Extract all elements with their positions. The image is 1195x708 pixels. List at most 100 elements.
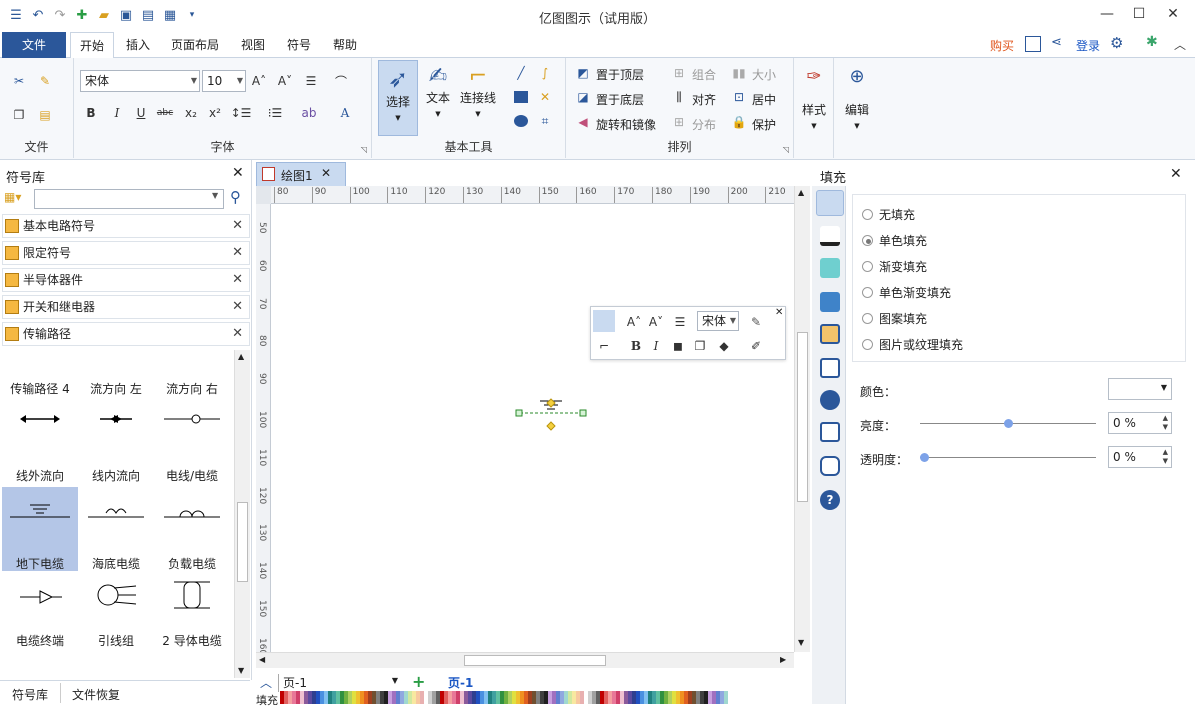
distribute-icon[interactable]: ⊞ [670, 113, 688, 131]
tab-page-layout[interactable]: 页面布局 [164, 32, 226, 58]
subscript-icon[interactable]: x₂ [182, 104, 200, 122]
settings-icon[interactable]: ⚙ [1110, 34, 1123, 52]
scroll-right-icon[interactable]: ▶ [780, 655, 786, 664]
shape-item[interactable]: 电缆终端 [2, 574, 78, 661]
share-icon[interactable]: ⋖ [1051, 35, 1062, 50]
protect-button[interactable]: 保护 [752, 116, 776, 133]
paste-icon[interactable]: ▤ [36, 106, 54, 124]
shrink-font-icon[interactable]: A˅ [647, 313, 665, 331]
tab-insert[interactable]: 插入 [118, 32, 158, 58]
close-icon[interactable]: ✕ [232, 323, 243, 345]
send-back-button[interactable]: 置于底层 [596, 91, 644, 108]
arrange-dialog-icon[interactable]: ◹ [783, 145, 789, 154]
scroll-thumb[interactable] [797, 332, 808, 502]
copy-style-icon[interactable]: ❐ [691, 337, 709, 355]
search-icon[interactable]: ⚲ [230, 188, 241, 206]
grow-font-icon[interactable]: A˄ [625, 313, 643, 331]
cross-icon[interactable]: ✕ [536, 88, 554, 106]
tab-home[interactable]: 开始 [70, 32, 114, 59]
align-button[interactable]: 对齐 [692, 91, 716, 108]
brightness-input[interactable]: 0 % ▲ ▼ [1108, 412, 1172, 434]
brightness-slider-thumb[interactable] [1004, 419, 1013, 428]
fill-option-single-gradient[interactable]: 单色渐变填充 [862, 284, 951, 301]
rectangle-icon[interactable] [512, 88, 530, 106]
library-category[interactable]: 开关和继电器 ✕ [2, 295, 250, 319]
shape-item[interactable]: 流方向 左 [78, 350, 154, 437]
crop-icon[interactable]: ⌗ [536, 112, 554, 130]
spinner-icon[interactable]: ▲ ▼ [1163, 448, 1168, 466]
shape-item-selected[interactable]: 地下电缆 [2, 487, 78, 571]
italic-icon[interactable]: I [647, 337, 665, 355]
scroll-up-icon[interactable]: ▲ [798, 188, 804, 197]
cut-icon[interactable]: ✂ [10, 72, 28, 90]
login-link[interactable]: 登录 [1076, 37, 1100, 54]
transparency-input[interactable]: 0 % ▲ ▼ [1108, 446, 1172, 468]
center-button[interactable]: 居中 [752, 91, 776, 108]
group-button[interactable]: 组合 [692, 66, 716, 83]
buy-link[interactable]: 购买 [990, 37, 1014, 54]
highlight-icon[interactable]: ab [300, 104, 318, 122]
page-selector[interactable]: 页-1 ▼ [278, 674, 402, 692]
transparency-slider-track[interactable] [920, 457, 1096, 458]
shape-item[interactable]: 负载电缆 [154, 487, 230, 574]
tab-file[interactable]: 文件 [2, 32, 66, 58]
line-style-icon[interactable]: ✐ [747, 337, 765, 355]
lock-icon[interactable]: 🔒 [730, 113, 748, 131]
shape-item[interactable]: 海底电缆 [78, 487, 154, 574]
canvas-vertical-scrollbar[interactable]: ▲ ▼ [794, 186, 810, 652]
library-category[interactable]: 限定符号 ✕ [2, 241, 250, 265]
library-category[interactable]: 半导体器件 ✕ [2, 268, 250, 292]
spinner-icon[interactable]: ▲ ▼ [1163, 414, 1168, 432]
shape-item[interactable]: 流方向 右 [154, 350, 230, 437]
tab-view[interactable]: 视图 [233, 32, 273, 58]
send-back-icon[interactable]: ◪ [574, 88, 592, 106]
mini-pointer-icon[interactable] [593, 310, 615, 332]
add-page-icon[interactable]: + [412, 672, 425, 691]
connector-button[interactable]: ⌐ 连接线 ▼ [458, 60, 498, 136]
superscript-icon[interactable]: x² [206, 104, 224, 122]
underline-icon[interactable]: U [132, 104, 150, 122]
line-icon[interactable]: ╱ [512, 64, 530, 82]
bold-icon[interactable]: B [82, 104, 100, 122]
fill-option-none[interactable]: 无填充 [862, 206, 915, 223]
mini-close-icon[interactable]: ✕ [775, 307, 783, 318]
shadow-tab-icon[interactable] [820, 258, 840, 278]
close-icon[interactable]: ✕ [232, 215, 243, 237]
bullets-icon[interactable]: ⁝☰ [266, 104, 284, 122]
theme-icon[interactable]: ✱ [1146, 34, 1158, 50]
feedback-icon[interactable] [1025, 36, 1041, 52]
shape-item[interactable]: 2 导体电缆 [154, 574, 230, 661]
bring-front-icon[interactable]: ◩ [574, 64, 592, 82]
group-icon[interactable]: ⊞ [670, 64, 688, 82]
strikethrough-icon[interactable]: abc [156, 104, 174, 122]
collapse-ribbon-icon[interactable]: ︿ [1174, 36, 1186, 53]
connector-icon[interactable]: ⌐ [595, 337, 613, 355]
align-text-icon[interactable]: ☰ [302, 72, 320, 90]
selected-shape-underground-cable[interactable] [512, 396, 592, 432]
library-category[interactable]: 传输路径 ✕ [2, 322, 250, 346]
line-tab-icon[interactable] [820, 226, 840, 246]
close-icon[interactable]: ✕ [232, 269, 243, 291]
comment-tab-icon[interactable] [820, 456, 840, 476]
color-picker[interactable]: ▼ [1108, 378, 1172, 400]
page-tab-icon[interactable] [820, 358, 840, 378]
bring-front-button[interactable]: 置于顶层 [596, 66, 644, 83]
color-palette[interactable] [280, 691, 728, 704]
font-dialog-icon[interactable]: ◹ [361, 145, 367, 154]
grow-font-icon[interactable]: A˄ [250, 72, 268, 90]
attachment-tab-icon[interactable] [820, 422, 840, 442]
copy-icon[interactable]: ❐ [10, 106, 28, 124]
bold-icon[interactable]: B [627, 337, 645, 355]
scroll-down-icon[interactable]: ▼ [238, 666, 244, 675]
tab-symbol[interactable]: 符号 [279, 32, 319, 58]
shrink-font-icon[interactable]: A˅ [276, 72, 294, 90]
hyperlink-tab-icon[interactable] [820, 390, 840, 410]
edit-button[interactable]: ⊕ 编辑 ▼ [838, 66, 876, 146]
help-icon[interactable]: ? [820, 490, 840, 510]
fill-option-solid[interactable]: 单色填充 [862, 232, 927, 249]
scroll-down-icon[interactable]: ▼ [798, 638, 804, 647]
fill-tab-icon[interactable] [816, 190, 844, 216]
distribute-button[interactable]: 分布 [692, 116, 716, 133]
mini-font-select[interactable]: 宋体 ▼ [697, 311, 739, 331]
library-close-icon[interactable]: ✕ [232, 165, 244, 181]
